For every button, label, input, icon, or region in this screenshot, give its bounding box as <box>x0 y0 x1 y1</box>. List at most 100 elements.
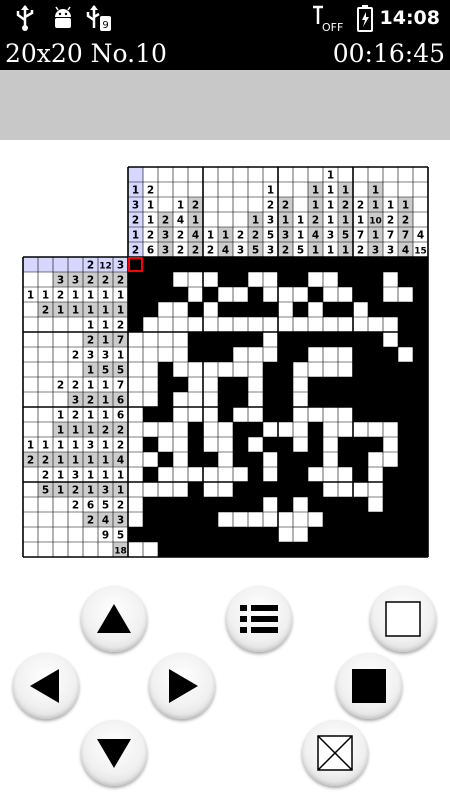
grid-cell[interactable] <box>353 422 368 437</box>
grid-cell[interactable] <box>368 347 383 362</box>
grid-cell[interactable] <box>248 422 263 437</box>
grid-cell[interactable] <box>248 452 263 467</box>
grid-cell[interactable] <box>323 272 338 287</box>
grid-cell[interactable] <box>248 347 263 362</box>
grid-cell[interactable] <box>338 527 353 542</box>
grid-cell[interactable] <box>398 347 413 362</box>
grid-cell[interactable] <box>398 467 413 482</box>
grid-cell[interactable] <box>338 512 353 527</box>
grid-cell[interactable] <box>308 467 323 482</box>
grid-cell[interactable] <box>188 332 203 347</box>
grid-cell[interactable] <box>338 347 353 362</box>
grid-cell[interactable] <box>233 437 248 452</box>
grid-cell[interactable] <box>233 302 248 317</box>
grid-cell[interactable] <box>248 362 263 377</box>
grid-cell[interactable] <box>188 422 203 437</box>
grid-cell[interactable] <box>203 482 218 497</box>
grid-cell[interactable] <box>173 512 188 527</box>
grid-cell[interactable] <box>323 362 338 377</box>
grid-cell[interactable] <box>383 302 398 317</box>
grid-cell[interactable] <box>353 257 368 272</box>
grid-cell[interactable] <box>383 332 398 347</box>
grid-cell[interactable] <box>158 287 173 302</box>
grid-cell[interactable] <box>293 467 308 482</box>
grid-cell[interactable] <box>368 482 383 497</box>
grid-cell[interactable] <box>383 542 398 557</box>
grid-cell[interactable] <box>368 272 383 287</box>
grid-cell[interactable] <box>353 362 368 377</box>
grid-cell[interactable] <box>173 467 188 482</box>
grid-cell[interactable] <box>263 347 278 362</box>
grid-cell[interactable] <box>338 452 353 467</box>
grid-cell[interactable] <box>218 317 233 332</box>
grid-cell[interactable] <box>233 287 248 302</box>
grid-cell[interactable] <box>143 377 158 392</box>
grid-cell[interactable] <box>368 437 383 452</box>
grid-cell[interactable] <box>278 497 293 512</box>
grid-cell[interactable] <box>218 392 233 407</box>
grid-cell[interactable] <box>158 467 173 482</box>
grid-cell[interactable] <box>383 527 398 542</box>
grid-cell[interactable] <box>308 482 323 497</box>
grid-cell[interactable] <box>233 257 248 272</box>
grid-cell[interactable] <box>143 527 158 542</box>
grid-cell[interactable] <box>398 482 413 497</box>
grid-cell[interactable] <box>338 257 353 272</box>
grid-cell[interactable] <box>278 347 293 362</box>
grid-cell[interactable] <box>383 287 398 302</box>
grid-cell[interactable] <box>353 347 368 362</box>
grid-cell[interactable] <box>128 362 143 377</box>
grid-cell[interactable] <box>353 482 368 497</box>
grid-cell[interactable] <box>413 542 428 557</box>
grid-cell[interactable] <box>323 287 338 302</box>
grid-cell[interactable] <box>398 512 413 527</box>
grid-cell[interactable] <box>203 467 218 482</box>
grid-cell[interactable] <box>143 467 158 482</box>
grid-cell[interactable] <box>308 272 323 287</box>
grid-cell[interactable] <box>338 377 353 392</box>
grid-cell[interactable] <box>413 482 428 497</box>
grid-cell[interactable] <box>158 452 173 467</box>
grid-cell[interactable] <box>188 317 203 332</box>
grid-cell[interactable] <box>353 377 368 392</box>
grid-cell[interactable] <box>413 512 428 527</box>
down-button[interactable] <box>81 720 147 786</box>
fill-cell-button[interactable] <box>336 653 402 719</box>
grid-cell[interactable] <box>263 437 278 452</box>
grid-cell[interactable] <box>203 287 218 302</box>
grid-cell[interactable] <box>383 362 398 377</box>
grid-cell[interactable] <box>398 527 413 542</box>
grid-cell[interactable] <box>158 422 173 437</box>
grid-cell[interactable] <box>173 437 188 452</box>
grid-cell[interactable] <box>293 422 308 437</box>
grid-cell[interactable] <box>128 302 143 317</box>
grid-cell[interactable] <box>143 347 158 362</box>
grid-cell[interactable] <box>218 257 233 272</box>
grid-cell[interactable] <box>173 392 188 407</box>
grid-cell[interactable] <box>188 272 203 287</box>
grid-cell[interactable] <box>218 302 233 317</box>
grid-cell[interactable] <box>173 497 188 512</box>
grid-cell[interactable] <box>293 257 308 272</box>
grid-cell[interactable] <box>233 467 248 482</box>
grid-cell[interactable] <box>353 392 368 407</box>
grid-cell[interactable] <box>218 542 233 557</box>
grid-cell[interactable] <box>353 272 368 287</box>
grid-cell[interactable] <box>338 287 353 302</box>
grid-cell[interactable] <box>308 542 323 557</box>
grid-cell[interactable] <box>293 542 308 557</box>
grid-cell[interactable] <box>128 257 143 272</box>
grid-cell[interactable] <box>203 392 218 407</box>
grid-cell[interactable] <box>218 332 233 347</box>
grid-cell[interactable] <box>353 437 368 452</box>
grid-cell[interactable] <box>233 497 248 512</box>
grid-cell[interactable] <box>278 512 293 527</box>
grid-cell[interactable] <box>203 512 218 527</box>
grid-cell[interactable] <box>233 407 248 422</box>
grid-cell[interactable] <box>413 497 428 512</box>
grid-cell[interactable] <box>233 317 248 332</box>
grid-cell[interactable] <box>128 347 143 362</box>
grid-cell[interactable] <box>128 482 143 497</box>
grid-cell[interactable] <box>233 542 248 557</box>
grid-cell[interactable] <box>323 482 338 497</box>
